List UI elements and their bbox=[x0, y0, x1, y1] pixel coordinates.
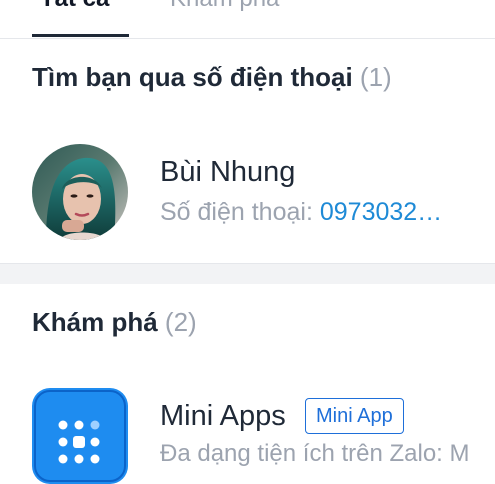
discover-count: (2) bbox=[164, 307, 197, 337]
section-divider bbox=[0, 263, 495, 284]
contact-name: Bùi Nhung bbox=[160, 156, 296, 188]
tab-bar: Tất cả Khám phá bbox=[0, 0, 495, 39]
phone-search-count: (1) bbox=[359, 62, 392, 92]
mini-apps-grid-icon[interactable] bbox=[32, 388, 128, 484]
tab-discover[interactable]: Khám phá bbox=[170, 0, 279, 14]
phone-label: Số điện thoại: bbox=[160, 198, 313, 226]
mini-app-badge: Mini App bbox=[305, 398, 404, 434]
mini-apps-description: Đa dạng tiện ích trên Zalo: M bbox=[160, 440, 470, 467]
discover-title-text: Khám phá bbox=[32, 307, 158, 337]
discover-section-title: Khám phá (2) bbox=[32, 307, 197, 338]
phone-number-link[interactable]: 0973032… bbox=[320, 198, 442, 226]
mini-apps-icon-graphic bbox=[34, 390, 126, 482]
mini-apps-row[interactable]: Mini Apps Mini App Đa dạng tiện ích trên… bbox=[0, 380, 495, 484]
contact-phone-line: Số điện thoại: 0973032… bbox=[160, 198, 490, 227]
contact-avatar-image bbox=[32, 144, 128, 240]
avatar[interactable] bbox=[32, 144, 128, 240]
phone-search-section-title: Tìm bạn qua số điện thoại (1) bbox=[32, 62, 392, 93]
tab-all[interactable]: Tất cả bbox=[40, 0, 109, 14]
phone-search-title-text: Tìm bạn qua số điện thoại bbox=[32, 62, 353, 92]
mini-apps-name: Mini Apps bbox=[160, 400, 286, 432]
active-tab-indicator bbox=[32, 34, 129, 37]
contact-result-row[interactable]: Bùi Nhung Số điện thoại: 0973032… bbox=[0, 130, 495, 250]
